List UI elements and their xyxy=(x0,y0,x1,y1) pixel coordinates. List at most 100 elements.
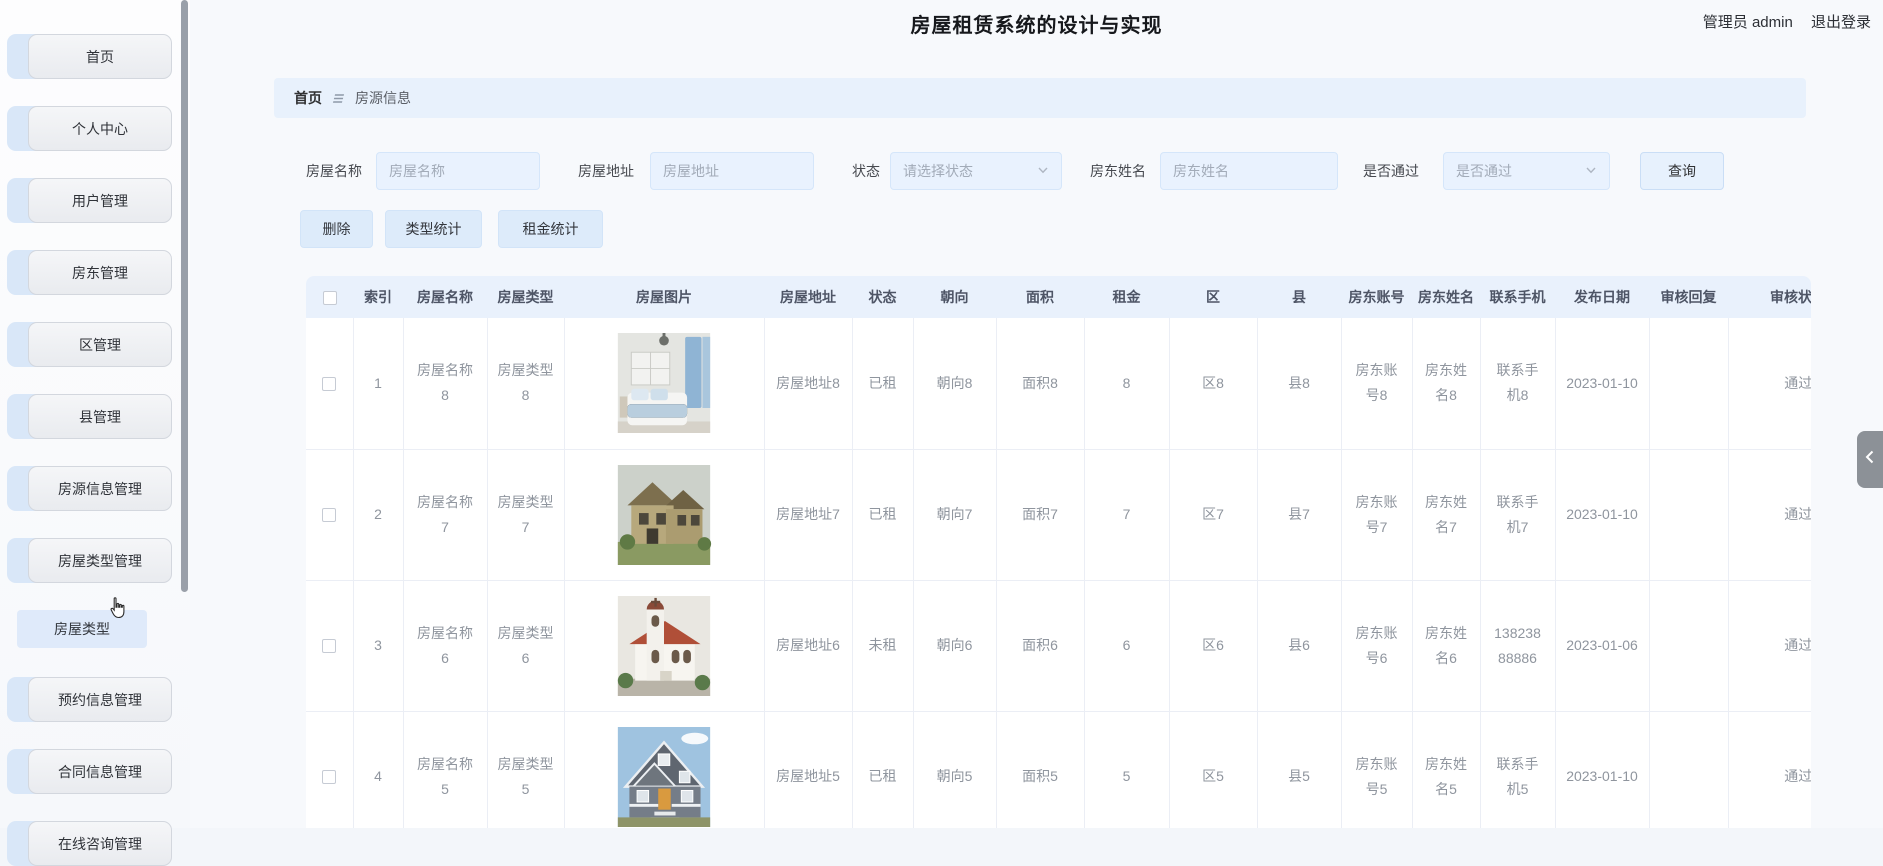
sidebar-item-4[interactable]: 区管理 xyxy=(0,322,190,367)
cell-phone: 联系手机7 xyxy=(1480,449,1556,581)
cell-county: 县8 xyxy=(1257,318,1342,450)
column-header-16: 审核状态 xyxy=(1728,276,1811,318)
select-all-checkbox[interactable] xyxy=(322,291,337,306)
row-checkbox[interactable] xyxy=(322,377,337,392)
filter-label-landlord-name: 房东姓名 xyxy=(1090,163,1146,179)
column-header-15: 审核回复 xyxy=(1649,276,1728,318)
house-name-input[interactable] xyxy=(376,152,540,190)
rent-stats-button[interactable]: 租金统计 xyxy=(498,210,603,248)
row-checkbox[interactable] xyxy=(322,770,337,785)
cell-orientation: 朝向6 xyxy=(913,580,997,712)
sidebar-item-button[interactable]: 县管理 xyxy=(28,394,172,439)
house-photo-cell xyxy=(564,711,765,828)
sidebar-item-label: 预约信息管理 xyxy=(58,691,142,708)
breadcrumb-home[interactable]: 首页 xyxy=(294,88,322,108)
sidebar-item-button[interactable]: 合同信息管理 xyxy=(28,749,172,794)
chevron-down-icon xyxy=(1585,163,1597,179)
cell-index: 1 xyxy=(353,318,404,450)
sidebar-item-button[interactable]: 房东管理 xyxy=(28,250,172,295)
cell-orientation: 朝向8 xyxy=(913,318,997,450)
sidebar-item-label: 合同信息管理 xyxy=(58,763,142,780)
house-photo[interactable] xyxy=(616,595,712,696)
cell-audit_status: 通过 xyxy=(1728,711,1811,828)
sidebar-item-10[interactable]: 合同信息管理 xyxy=(0,749,190,794)
column-header-2: 房屋类型 xyxy=(487,276,564,318)
sidebar-item-0[interactable]: 首页 xyxy=(0,34,190,79)
sidebar-item-label: 用户管理 xyxy=(72,192,128,209)
cell-landlord_account: 房东账号8 xyxy=(1341,318,1413,450)
cell-type: 房屋类型6 xyxy=(487,580,565,712)
cell-address: 房屋地址8 xyxy=(764,318,853,450)
cell-rent: 8 xyxy=(1084,318,1170,450)
column-header-11: 房东账号 xyxy=(1341,276,1412,318)
breadcrumb-separator-icon xyxy=(330,92,346,105)
cell-audit_reply xyxy=(1649,580,1729,712)
row-checkbox[interactable] xyxy=(322,639,337,654)
house-photo[interactable] xyxy=(616,726,712,827)
sidebar-item-button[interactable]: 房源信息管理 xyxy=(28,466,172,511)
search-button[interactable]: 查询 xyxy=(1640,152,1724,190)
sidebar-item-2[interactable]: 用户管理 xyxy=(0,178,190,223)
cell-landlord_name: 房东姓名5 xyxy=(1412,711,1481,828)
row-checkbox[interactable] xyxy=(322,508,337,523)
house-photo-cell xyxy=(564,318,765,450)
cell-type: 房屋类型5 xyxy=(487,711,565,828)
filter-label-status: 状态 xyxy=(852,163,880,179)
logout-link[interactable]: 退出登录 xyxy=(1811,14,1871,31)
sidebar-item-button[interactable]: 房屋类型管理 xyxy=(28,538,172,583)
filter-label-approved: 是否通过 xyxy=(1363,163,1419,179)
sidebar-item-7[interactable]: 房屋类型管理 xyxy=(0,538,190,583)
type-stats-button[interactable]: 类型统计 xyxy=(385,210,482,248)
sidebar-item-button[interactable]: 用户管理 xyxy=(28,178,172,223)
table-row: 2 房屋名称7 房屋类型7 房屋地址7 已租 朝向7 面积7 7 区7 县7 房东账号7 房东姓名7 联… xyxy=(306,449,1811,581)
main-content: 房屋租赁系统的设计与实现 管理员 admin 退出登录 首页 房源信息 房屋名称… xyxy=(190,0,1883,828)
panel-collapse-handle[interactable] xyxy=(1857,431,1883,488)
cell-area: 面积5 xyxy=(996,711,1085,828)
cell-audit_reply xyxy=(1649,318,1729,450)
cell-orientation: 朝向7 xyxy=(913,449,997,581)
column-header-8: 租金 xyxy=(1084,276,1169,318)
table-row: 3 房屋名称6 房屋类型6 房屋地址6 未租 朝向6 面积6 6 区6 县6 房东账号6 房东姓名6 1… xyxy=(306,580,1811,712)
sidebar-menu: 首页个人中心用户管理房东管理区管理县管理房源信息管理 房屋类型管理房屋类型预约信息… xyxy=(0,0,190,866)
sidebar-item-3[interactable]: 房东管理 xyxy=(0,250,190,295)
sidebar-item-5[interactable]: 县管理 xyxy=(0,394,190,439)
actions-bar: 删除 类型统计 租金统计 xyxy=(300,210,603,248)
cell-name: 房屋名称8 xyxy=(403,318,488,450)
cell-audit_status: 通过 xyxy=(1728,318,1811,450)
sidebar-subitem-active[interactable]: 房屋类型 xyxy=(17,610,147,648)
sidebar-item-9[interactable]: 预约信息管理 xyxy=(0,677,190,722)
cell-rent: 7 xyxy=(1084,449,1170,581)
approved-select[interactable]: 是否通过 xyxy=(1443,152,1610,190)
house-photo-cell xyxy=(564,580,765,712)
cell-address: 房屋地址5 xyxy=(764,711,853,828)
sidebar-item-label: 区管理 xyxy=(79,336,121,353)
cell-county: 县7 xyxy=(1257,449,1342,581)
column-header-10: 县 xyxy=(1257,276,1341,318)
sidebar-item-button[interactable]: 首页 xyxy=(28,34,172,79)
cell-landlord_name: 房东姓名6 xyxy=(1412,580,1481,712)
cell-audit_reply xyxy=(1649,449,1729,581)
table-row: 1 房屋名称8 房屋类型8 房屋地址8 已租 朝向8 面积8 8 区8 县8 房东账号8 房东姓名8 联… xyxy=(306,318,1811,450)
house-photo[interactable] xyxy=(616,333,712,434)
landlord-name-input[interactable] xyxy=(1160,152,1338,190)
house-address-input[interactable] xyxy=(650,152,814,190)
house-photo[interactable] xyxy=(616,464,712,565)
approved-select-placeholder: 是否通过 xyxy=(1456,163,1512,179)
sidebar-item-button[interactable]: 预约信息管理 xyxy=(28,677,172,722)
sidebar-item-button[interactable]: 个人中心 xyxy=(28,106,172,151)
cell-audit_reply xyxy=(1649,711,1729,828)
cell-index: 4 xyxy=(353,711,404,828)
cell-index: 2 xyxy=(353,449,404,581)
delete-button[interactable]: 删除 xyxy=(300,210,373,248)
sidebar-item-6[interactable]: 房源信息管理 xyxy=(0,466,190,511)
cell-status: 已租 xyxy=(852,711,914,828)
status-select[interactable]: 请选择状态 xyxy=(890,152,1062,190)
cell-rent: 6 xyxy=(1084,580,1170,712)
sidebar-scrollbar[interactable] xyxy=(181,0,188,592)
cell-district: 区8 xyxy=(1169,318,1258,450)
cell-name: 房屋名称5 xyxy=(403,711,488,828)
sidebar-item-button[interactable]: 区管理 xyxy=(28,322,172,367)
sidebar-item-1[interactable]: 个人中心 xyxy=(0,106,190,151)
cell-district: 区7 xyxy=(1169,449,1258,581)
status-select-placeholder: 请选择状态 xyxy=(903,163,973,179)
